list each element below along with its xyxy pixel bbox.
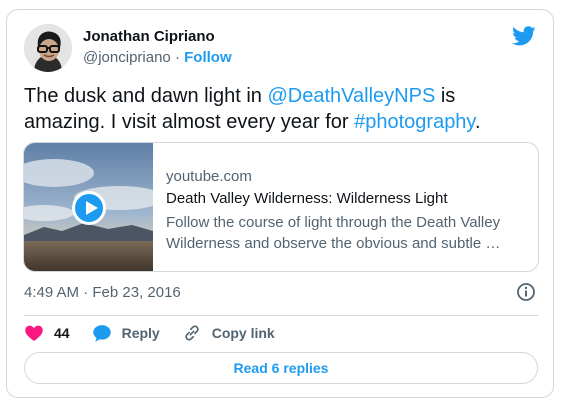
like-count: 44 xyxy=(54,325,70,341)
preview-domain: youtube.com xyxy=(166,168,252,185)
divider xyxy=(24,315,538,316)
follow-button[interactable]: Follow xyxy=(184,49,232,66)
action-bar: 44 Reply Copy link xyxy=(24,322,297,344)
info-icon[interactable] xyxy=(516,282,536,302)
reply-label: Reply xyxy=(121,325,160,341)
preview-description: Follow the course of light through the D… xyxy=(166,214,501,252)
author-handle-row: @joncipriano · Follow xyxy=(83,49,232,66)
link-icon xyxy=(185,325,199,341)
video-thumbnail[interactable] xyxy=(24,143,164,271)
tweet-text: The dusk and dawn light in @DeathValleyN… xyxy=(24,83,540,135)
preview-title: Death Valley Wilderness: Wilderness Ligh… xyxy=(166,190,448,207)
copy-link-label: Copy link xyxy=(211,325,275,341)
handle-separator: · xyxy=(174,49,180,66)
hashtag-link[interactable]: #photography xyxy=(354,111,475,133)
author-handle[interactable]: @joncipriano xyxy=(83,49,171,66)
tweet-timestamp[interactable]: 4:49 AM · Feb 23, 2016 xyxy=(24,284,181,301)
tweet-text-part3: . xyxy=(474,111,481,133)
heart-icon xyxy=(25,325,43,341)
twitter-bird-icon[interactable] xyxy=(512,24,536,48)
avatar-photo xyxy=(24,24,72,72)
link-preview-card[interactable]: youtube.com Death Valley Wilderness: Wil… xyxy=(23,142,539,272)
like-button[interactable]: 44 xyxy=(24,323,70,343)
copy-link-button[interactable]: Copy link xyxy=(182,323,275,343)
author-name[interactable]: Jonathan Cipriano xyxy=(83,28,215,45)
play-icon[interactable] xyxy=(72,191,106,225)
tweet-card: Jonathan Cipriano @joncipriano · Follow … xyxy=(6,9,554,398)
speech-bubble-icon xyxy=(92,325,111,342)
tweet-text-part1: The dusk and dawn light in xyxy=(24,85,268,107)
avatar[interactable] xyxy=(24,24,72,72)
reply-button[interactable]: Reply xyxy=(92,323,160,343)
mention-link[interactable]: @DeathValleyNPS xyxy=(268,85,436,107)
read-replies-button[interactable]: Read 6 replies xyxy=(24,352,538,384)
